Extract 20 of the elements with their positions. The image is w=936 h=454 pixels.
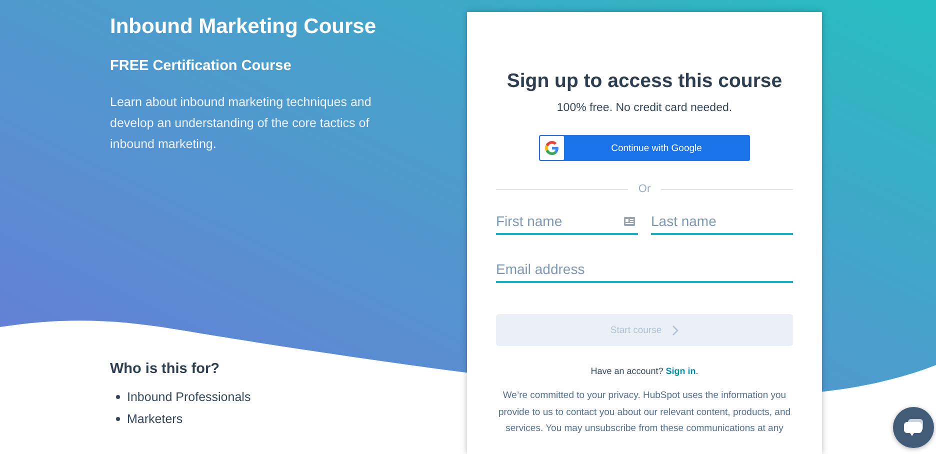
- chat-icon: [902, 418, 924, 438]
- input-field[interactable]: Last name: [651, 209, 793, 235]
- course-subtitle: FREE Certification Course: [110, 58, 292, 74]
- account-prompt: Have an account? Sign in.: [590, 366, 698, 376]
- section-heading: Who is this for?: [110, 361, 221, 377]
- signup-title: Sign up to access this course: [506, 70, 782, 93]
- chevron-right-icon: [672, 324, 679, 336]
- bullet-icon: [116, 417, 120, 421]
- bullet-icon: [116, 395, 120, 399]
- list-item: Inbound Professionals: [127, 390, 251, 404]
- google-signin-button[interactable]: Continue with Google: [539, 135, 750, 161]
- course-description: Learn about inbound marketing techniques and develop an understanding of the core tactics of inbound marketing.: [110, 94, 372, 153]
- google-logo-icon: [545, 141, 559, 155]
- course-title: Inbound Marketing Course: [110, 14, 378, 40]
- signup-subtitle: 100% free. No credit card needed.: [556, 102, 732, 114]
- privacy-notice: We’re committed to your privacy. HubSpot uses the information you provide to us to contact you about our relevant content, products, and services. You may unsubscribe from these communications at any: [497, 389, 792, 436]
- sign-in-link[interactable]: Sign in: [666, 366, 696, 376]
- divider-label: Or: [638, 183, 651, 195]
- input-field[interactable]: Email address: [496, 257, 793, 283]
- list-item: Marketers: [127, 412, 183, 426]
